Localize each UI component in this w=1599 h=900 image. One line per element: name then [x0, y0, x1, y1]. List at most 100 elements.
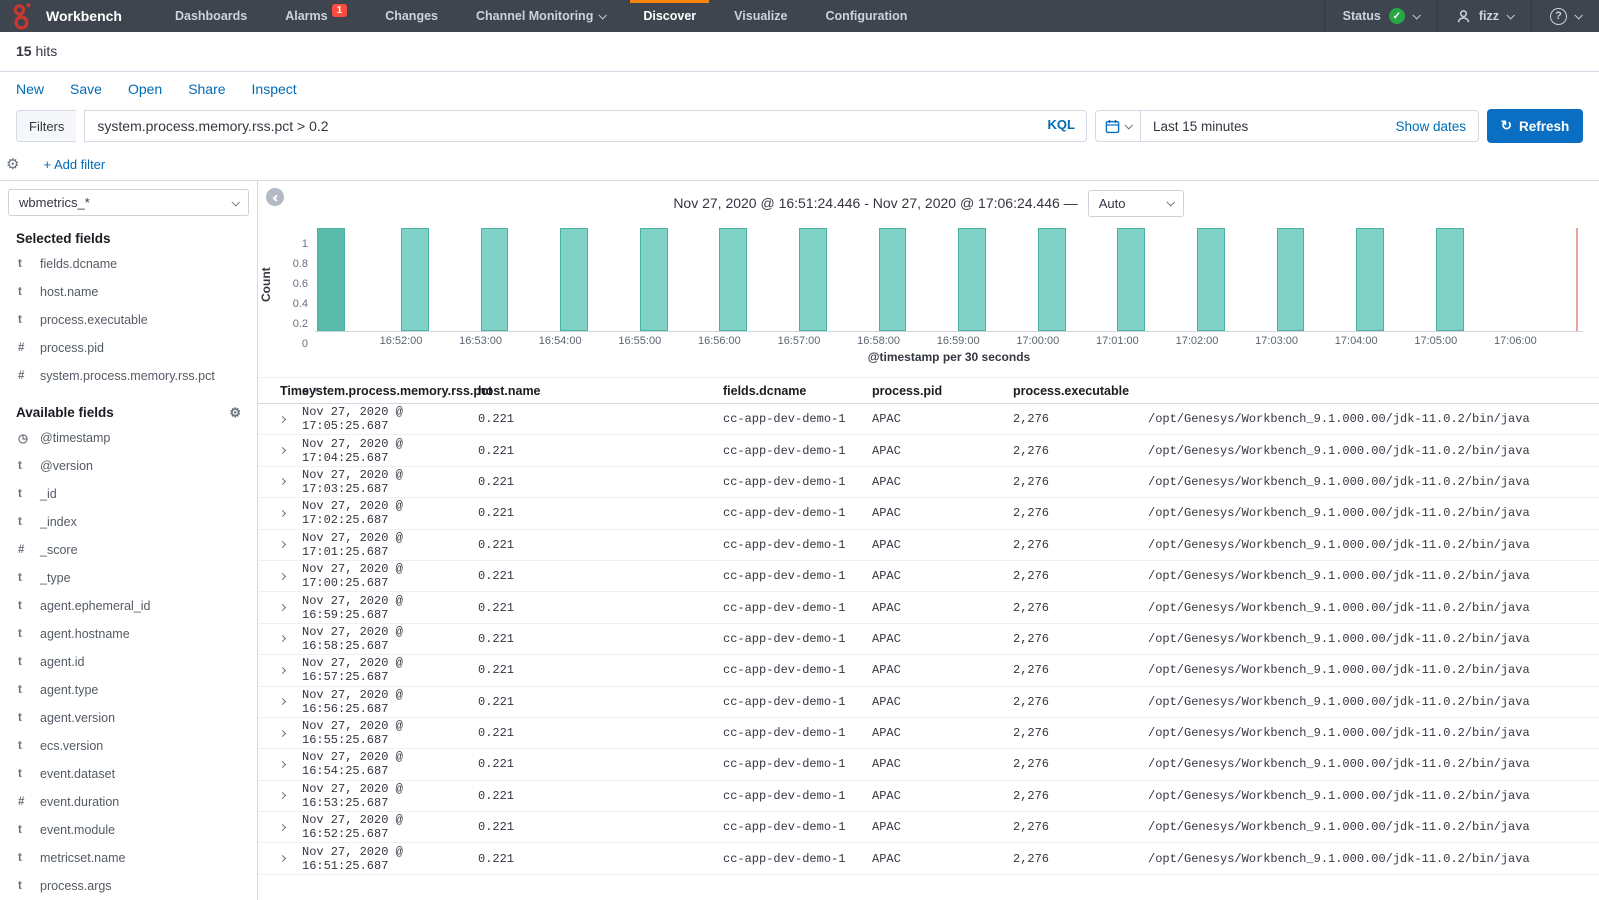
histogram-bar[interactable] — [317, 228, 345, 331]
nav-item[interactable]: Changes — [366, 0, 457, 32]
field-item[interactable]: t agent.version — [0, 704, 257, 732]
field-item[interactable]: # system.process.memory.rss.pct — [0, 362, 257, 390]
expand-row-button[interactable] — [280, 448, 302, 453]
calendar-button[interactable] — [1096, 111, 1141, 141]
field-settings-gear-icon[interactable]: ⚙ — [229, 406, 241, 419]
expand-row-button[interactable] — [280, 762, 302, 767]
cell-memory-rss-pct: 0.221 — [478, 852, 723, 866]
expand-row-button[interactable] — [280, 574, 302, 579]
index-pattern-select[interactable]: wbmetrics_* — [8, 189, 249, 216]
user-menu[interactable]: fizz — [1437, 0, 1531, 32]
histogram-bar[interactable] — [1277, 228, 1305, 331]
expand-row-button[interactable] — [280, 542, 302, 547]
action-link[interactable]: Inspect — [252, 81, 297, 97]
expand-row-button[interactable] — [280, 731, 302, 736]
action-link[interactable]: Save — [70, 81, 102, 97]
nav-item[interactable]: Configuration — [806, 0, 926, 32]
field-item[interactable]: t @version — [0, 452, 257, 480]
field-item[interactable]: t metricset.name — [0, 844, 257, 872]
field-name: event.dataset — [40, 767, 115, 781]
expand-row-button[interactable] — [280, 668, 302, 673]
field-item[interactable]: t fields.dcname — [0, 250, 257, 278]
field-item[interactable]: t host.name — [0, 278, 257, 306]
histogram-bar[interactable] — [401, 228, 429, 331]
user-icon — [1456, 9, 1471, 24]
action-link[interactable]: Open — [128, 81, 162, 97]
field-item[interactable]: t ecs.version — [0, 732, 257, 760]
help-menu[interactable]: ? — [1531, 0, 1599, 32]
expand-row-button[interactable] — [280, 605, 302, 610]
nav-item[interactable]: Discover — [624, 0, 715, 32]
nav-item[interactable]: Dashboards — [156, 0, 266, 32]
cell-dcname: APAC — [872, 852, 1013, 866]
column-header[interactable]: system.process.memory.rss.pct — [302, 384, 478, 398]
field-item[interactable]: t agent.ephemeral_id — [0, 592, 257, 620]
field-item[interactable]: # _score — [0, 536, 257, 564]
cell-time: Nov 27, 2020 @ 17:04:25.687 — [302, 437, 478, 465]
action-link[interactable]: New — [16, 81, 44, 97]
histogram-bar[interactable] — [560, 228, 588, 331]
field-name: _score — [40, 543, 78, 557]
field-item[interactable]: t process.args — [0, 872, 257, 900]
nav-item[interactable]: Alarms 1 — [266, 0, 366, 32]
query-language-button[interactable]: KQL — [1048, 117, 1075, 132]
field-item[interactable]: t _type — [0, 564, 257, 592]
app-title[interactable]: Workbench — [46, 0, 122, 32]
field-item[interactable]: t _index — [0, 508, 257, 536]
field-item[interactable]: ◷ @timestamp — [0, 424, 257, 452]
cell-host-name: cc-app-dev-demo-1 — [723, 695, 872, 709]
nav-item[interactable]: Channel Monitoring — [457, 0, 624, 32]
expand-row-button[interactable] — [280, 699, 302, 704]
field-item[interactable]: # process.pid — [0, 334, 257, 362]
field-item[interactable]: t process.executable — [0, 306, 257, 334]
time-range-value[interactable]: Last 15 minutes — [1141, 119, 1395, 134]
field-item[interactable]: # event.duration — [0, 788, 257, 816]
histogram-bar[interactable] — [958, 228, 986, 331]
nav-item[interactable]: Visualize — [715, 0, 806, 32]
histogram-bar[interactable] — [799, 228, 827, 331]
column-header[interactable]: Time ▾ — [280, 384, 302, 398]
expand-row-button[interactable] — [280, 856, 302, 861]
column-header[interactable]: process.pid — [872, 384, 1013, 398]
histogram-bar[interactable] — [1117, 228, 1145, 331]
histogram-bar[interactable] — [1197, 228, 1225, 331]
cell-process-executable: /opt/Genesys/Workbench_9.1.000.00/jdk-11… — [1148, 538, 1599, 552]
field-item[interactable]: t event.dataset — [0, 760, 257, 788]
filter-settings-gear-icon[interactable]: ⚙ — [6, 157, 19, 172]
field-name: agent.type — [40, 683, 98, 697]
collapse-sidebar-button[interactable] — [266, 188, 284, 206]
add-filter-link[interactable]: + Add filter — [43, 157, 105, 172]
histogram-bar[interactable] — [879, 228, 907, 331]
refresh-button[interactable]: ↻ Refresh — [1487, 109, 1583, 143]
field-item[interactable]: t agent.id — [0, 648, 257, 676]
show-dates-link[interactable]: Show dates — [1395, 119, 1478, 134]
cell-dcname: APAC — [872, 569, 1013, 583]
column-header[interactable]: host.name — [478, 384, 723, 398]
field-item[interactable]: t agent.type — [0, 676, 257, 704]
status-menu[interactable]: Status ✓ — [1324, 0, 1437, 32]
expand-row-button[interactable] — [280, 417, 302, 422]
field-item[interactable]: t _id — [0, 480, 257, 508]
histogram-bar[interactable] — [1038, 228, 1066, 331]
histogram-bar[interactable] — [719, 228, 747, 331]
column-header[interactable]: fields.dcname — [723, 384, 872, 398]
column-header[interactable]: process.executable — [1013, 384, 1148, 398]
interval-select[interactable]: Auto — [1088, 190, 1184, 217]
expand-row-button[interactable] — [280, 636, 302, 641]
genesys-logo-icon[interactable] — [0, 0, 46, 32]
filters-button[interactable]: Filters — [16, 110, 76, 142]
field-type-icon: # — [18, 796, 40, 808]
expand-row-button[interactable] — [280, 511, 302, 516]
query-input[interactable] — [84, 110, 1087, 142]
field-item[interactable]: t event.module — [0, 816, 257, 844]
expand-row-button[interactable] — [280, 479, 302, 484]
histogram-bar[interactable] — [1356, 228, 1384, 331]
histogram-bar[interactable] — [640, 228, 668, 331]
histogram-bar[interactable] — [481, 228, 509, 331]
field-name: _type — [40, 571, 71, 585]
field-item[interactable]: t agent.hostname — [0, 620, 257, 648]
histogram-bar[interactable] — [1436, 228, 1464, 331]
expand-row-button[interactable] — [280, 825, 302, 830]
expand-row-button[interactable] — [280, 793, 302, 798]
action-link[interactable]: Share — [188, 81, 225, 97]
